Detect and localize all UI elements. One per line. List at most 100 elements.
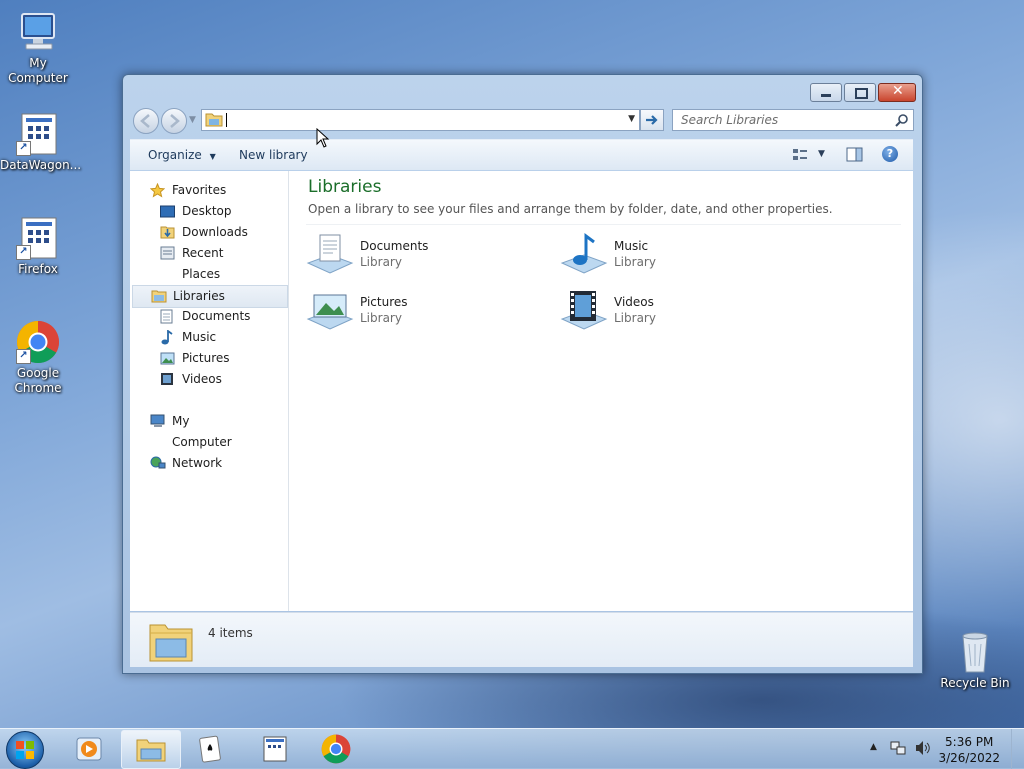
- desktop-icon-firefox[interactable]: ↗ Firefox: [0, 216, 76, 277]
- desktop-icon-datawagon[interactable]: ↗ DataWagon...: [0, 112, 82, 173]
- network-tray-icon[interactable]: [890, 740, 906, 756]
- taskbar-google-chrome[interactable]: [307, 730, 365, 767]
- library-item-music[interactable]: Music Library: [560, 231, 780, 281]
- go-arrow-icon: [646, 115, 658, 125]
- organize-button[interactable]: Organize ▼: [148, 148, 216, 162]
- shortcut-arrow-icon: ↗: [16, 245, 31, 260]
- command-bar: Organize ▼ New library ▼ ?: [130, 139, 913, 170]
- change-view-button[interactable]: [792, 147, 808, 166]
- library-type: Library: [360, 311, 402, 325]
- close-button[interactable]: ✕: [878, 83, 916, 102]
- library-item-videos[interactable]: Videos Library: [560, 287, 780, 337]
- search-input[interactable]: Search Libraries: [672, 109, 914, 131]
- content-area: Favorites Desktop Downloads Recent Place…: [130, 171, 913, 611]
- windows-logo-icon: [16, 741, 34, 759]
- new-library-label: New library: [239, 148, 308, 162]
- restore-icon: [855, 88, 868, 99]
- library-item-documents[interactable]: Documents Library: [306, 231, 526, 281]
- nav-libraries[interactable]: Libraries: [132, 285, 288, 308]
- music-library-icon: [560, 233, 608, 279]
- app-window-icon: ↗: [16, 112, 60, 156]
- nav-label: My Computer: [172, 414, 232, 449]
- shortcut-arrow-icon: ↗: [16, 141, 31, 156]
- taskbar: ▲ 5:36 PM 3/26/2022: [0, 728, 1024, 769]
- minimize-button[interactable]: [810, 83, 842, 102]
- desktop: My Computer ↗ DataWagon... ↗ Firefox ↗ G…: [0, 0, 1024, 769]
- view-dropdown-icon[interactable]: ▼: [818, 149, 825, 159]
- clock[interactable]: 5:36 PM 3/26/2022: [938, 734, 1000, 766]
- address-dropdown-icon[interactable]: ▼: [628, 114, 635, 124]
- network-icon: [150, 456, 166, 470]
- desktop-icon-my-computer[interactable]: My Computer: [0, 10, 76, 86]
- app-window-icon: [263, 736, 287, 762]
- library-type: Library: [614, 311, 656, 325]
- desktop-icon-recycle-bin[interactable]: Recycle Bin: [937, 630, 1013, 691]
- playing-card-icon: [199, 735, 221, 763]
- videos-icon: [160, 372, 175, 386]
- shortcut-arrow-icon: ↗: [16, 349, 31, 364]
- computer-icon: [16, 10, 60, 54]
- explorer-window: ✕ ▼ ▼ Search Libraries Organize ▼ New li…: [122, 74, 923, 674]
- start-button[interactable]: [6, 731, 44, 769]
- search-icon: [895, 114, 908, 127]
- help-icon[interactable]: ?: [882, 146, 898, 162]
- videos-library-icon: [560, 289, 608, 335]
- desktop-icon-label: DataWagon...: [0, 158, 82, 172]
- forward-button[interactable]: [161, 108, 187, 134]
- desktop-icon-label: Google Chrome: [14, 366, 62, 395]
- media-player-icon: [76, 737, 102, 761]
- show-hidden-icons-button[interactable]: ▲: [870, 742, 877, 752]
- chevron-down-icon: ▼: [209, 152, 216, 161]
- view-options-icon: [793, 149, 807, 160]
- search-placeholder: Search Libraries: [681, 113, 779, 127]
- new-library-button[interactable]: New library: [239, 148, 308, 162]
- desktop-icon-label: Firefox: [18, 262, 58, 276]
- text-cursor: [226, 113, 227, 127]
- recent-places-icon: [160, 246, 175, 260]
- desktop-icon-google-chrome[interactable]: ↗ Google Chrome: [0, 320, 76, 396]
- nav-label: Videos: [182, 372, 222, 386]
- library-name: Documents: [360, 239, 429, 253]
- back-arrow-icon: [140, 114, 150, 128]
- clock-date: 3/26/2022: [938, 751, 1000, 765]
- preview-pane-icon: [846, 147, 863, 162]
- library-name: Pictures: [360, 295, 408, 309]
- minimize-icon: [821, 94, 831, 97]
- music-note-icon: [160, 329, 175, 345]
- nav-label: Libraries: [173, 289, 225, 303]
- go-button[interactable]: [640, 109, 664, 131]
- mouse-pointer-icon: [316, 128, 330, 148]
- nav-label: Network: [172, 456, 223, 470]
- chrome-icon: ↗: [16, 320, 60, 364]
- desktop-icon: [160, 204, 175, 218]
- show-desktop-button[interactable]: [1011, 729, 1024, 769]
- desktop-icon-label: Recycle Bin: [940, 676, 1010, 690]
- preview-pane-button[interactable]: [846, 147, 863, 165]
- nav-label: Recent Places: [182, 246, 224, 281]
- header-divider: [306, 224, 901, 225]
- libraries-large-icon: [148, 619, 194, 666]
- details-pane: 4 items: [130, 612, 913, 667]
- recycle-bin-icon: [953, 630, 997, 674]
- volume-icon[interactable]: [914, 740, 932, 756]
- item-count: 4 items: [208, 626, 253, 640]
- taskbar-windows-explorer[interactable]: [121, 730, 181, 769]
- taskbar-media-player[interactable]: [60, 730, 118, 767]
- nav-label: Pictures: [182, 351, 230, 365]
- star-icon: [149, 182, 166, 198]
- pictures-icon: [160, 351, 175, 365]
- address-field[interactable]: ▼: [201, 109, 640, 131]
- nav-label: Downloads: [182, 225, 248, 239]
- nav-label: Favorites: [172, 183, 227, 197]
- nav-label: Documents: [182, 309, 251, 323]
- back-button[interactable]: [133, 108, 159, 134]
- library-name: Music: [614, 239, 649, 253]
- recent-pages-dropdown[interactable]: ▼: [189, 115, 196, 125]
- taskbar-app-window[interactable]: [245, 730, 303, 767]
- maximize-button[interactable]: [844, 83, 876, 102]
- library-item-pictures[interactable]: Pictures Library: [306, 287, 526, 337]
- taskbar-solitaire[interactable]: [182, 730, 240, 767]
- navigation-pane: Favorites Desktop Downloads Recent Place…: [130, 171, 289, 611]
- address-bar-row: ▼ ▼ Search Libraries: [131, 107, 914, 134]
- close-icon: ✕: [892, 83, 904, 99]
